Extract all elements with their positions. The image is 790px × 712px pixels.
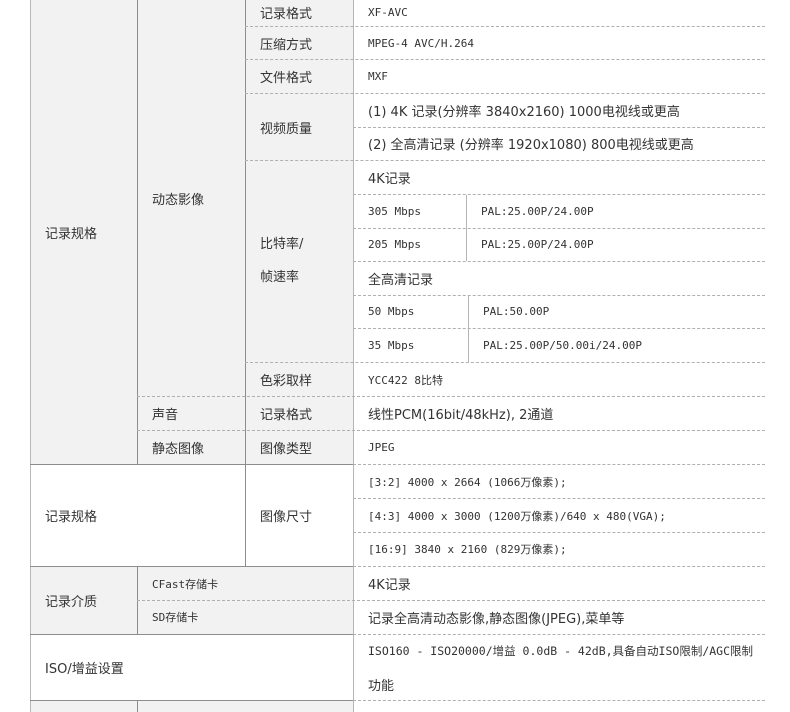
- bitrate-fhd-fps-2: PAL:25.00P/50.00i/24.00P: [483, 339, 642, 352]
- bitrate-label-line2: 帧速率: [260, 270, 300, 285]
- spec-table: 记录规格 动态影像 记录格式 XF-AVC 压缩方式 MPEG-4 AVC/H.…: [0, 0, 790, 712]
- rec-format-value: XF-AVC: [368, 6, 408, 19]
- hline-section4-top-right: [353, 634, 765, 635]
- image-size-32: [3:2] 4000 x 2664 (1066万像素);: [368, 475, 567, 489]
- image-size-label: 图像尺寸: [260, 510, 313, 525]
- vline-outer-left: [30, 0, 31, 712]
- vline-col2-bottom: [137, 700, 138, 712]
- audio-format-label: 记录格式: [260, 408, 313, 423]
- video-quality-fhd: (2) 全高清记录 (分辨率 1920x1080) 800电视线或更高: [368, 138, 694, 153]
- hline-r16: [137, 600, 765, 601]
- audio-label: 声音: [152, 408, 179, 423]
- bg-block-3: [30, 700, 353, 712]
- hline-r11: [245, 362, 765, 363]
- vline-col4: [353, 0, 354, 712]
- hline-r2: [245, 59, 765, 60]
- hline-r4: [353, 127, 765, 128]
- bitrate-fhd-rate-1: 50 Mbps: [368, 305, 415, 318]
- hline-r6: [353, 194, 765, 195]
- color-value: YCC422 8比特: [368, 373, 443, 387]
- hline-section5-top: [30, 700, 353, 701]
- sd-value: 记录全高清动态影像,静态图像(JPEG),菜单等: [368, 611, 625, 627]
- hline-section3-top-right: [353, 566, 765, 567]
- hline-r7: [353, 228, 765, 229]
- file-format-label: 文件格式: [260, 71, 313, 86]
- compression-label: 压缩方式: [260, 37, 313, 53]
- hline-r15: [353, 532, 765, 533]
- bitrate-label: 比特率/ 帧速率: [260, 228, 350, 294]
- hline-r9: [353, 295, 765, 296]
- hline-section2-top-right: [353, 464, 765, 465]
- hline-r12: [137, 396, 765, 397]
- compression-value: MPEG-4 AVC/H.264: [368, 36, 474, 50]
- file-format-value: MXF: [368, 70, 388, 83]
- movie-label: 动态影像: [152, 192, 205, 208]
- vline-col3-top: [245, 0, 246, 566]
- hline-r1: [245, 26, 765, 27]
- hline-r3: [245, 93, 765, 94]
- rec-format-label: 记录格式: [260, 7, 313, 22]
- vline-col2-top: [137, 0, 138, 464]
- bitrate-label-line1: 比特率/: [260, 237, 304, 252]
- still-type-label: 图像类型: [260, 442, 313, 457]
- hline-r13: [137, 430, 765, 431]
- bitrate-4k-rate-1: 305 Mbps: [368, 205, 421, 218]
- hline-r8: [353, 261, 765, 262]
- bitrate-fhd-fps-1: PAL:50.00P: [483, 305, 550, 318]
- bitrate-fhd-header: 全高清记录: [368, 273, 434, 288]
- hline-section4-top: [30, 634, 353, 635]
- iso-label: ISO/增益设置: [45, 662, 124, 677]
- hline-section2-top: [30, 464, 353, 465]
- cfast-label: CFast存储卡: [152, 577, 219, 591]
- video-quality-label: 视频质量: [260, 121, 313, 137]
- hline-section5-top-right: [353, 700, 765, 701]
- bitrate-4k-fps-2: PAL:25.00P/24.00P: [481, 238, 594, 251]
- sd-label: SD存储卡: [152, 611, 199, 624]
- hline-r14: [353, 498, 765, 499]
- record-spec2-label: 记录规格: [45, 510, 98, 525]
- bitrate-4k-header: 4K记录: [368, 172, 411, 187]
- bitrate-4k-fps-1: PAL:25.00P/24.00P: [481, 205, 594, 218]
- video-quality-4k: (1) 4K 记录(分辨率 3840x2160) 1000电视线或更高: [368, 105, 680, 120]
- image-size-43: [4:3] 4000 x 3000 (1200万像素)/640 x 480(VG…: [368, 509, 666, 523]
- cfast-value: 4K记录: [368, 578, 411, 593]
- still-type-value: JPEG: [368, 441, 395, 454]
- bitrate-fhd-rate-2: 35 Mbps: [368, 339, 415, 352]
- iso-value-line1: ISO160 - ISO20000/增益 0.0dB - 42dB,具备自动IS…: [368, 644, 754, 658]
- record-spec-label: 记录规格: [45, 226, 98, 242]
- iso-value-line2: 功能: [368, 678, 395, 694]
- still-label: 静态图像: [152, 442, 205, 457]
- hline-r5: [245, 160, 765, 161]
- hline-r10: [353, 328, 765, 329]
- audio-format-value: 线性PCM(16bit/48kHz), 2通道: [368, 408, 554, 423]
- color-label: 色彩取样: [260, 374, 313, 389]
- image-size-169: [16:9] 3840 x 2160 (829万像素);: [368, 542, 567, 556]
- hline-section3-top: [30, 566, 353, 567]
- media-label: 记录介质: [45, 595, 98, 610]
- bitrate-4k-rate-2: 205 Mbps: [368, 238, 421, 251]
